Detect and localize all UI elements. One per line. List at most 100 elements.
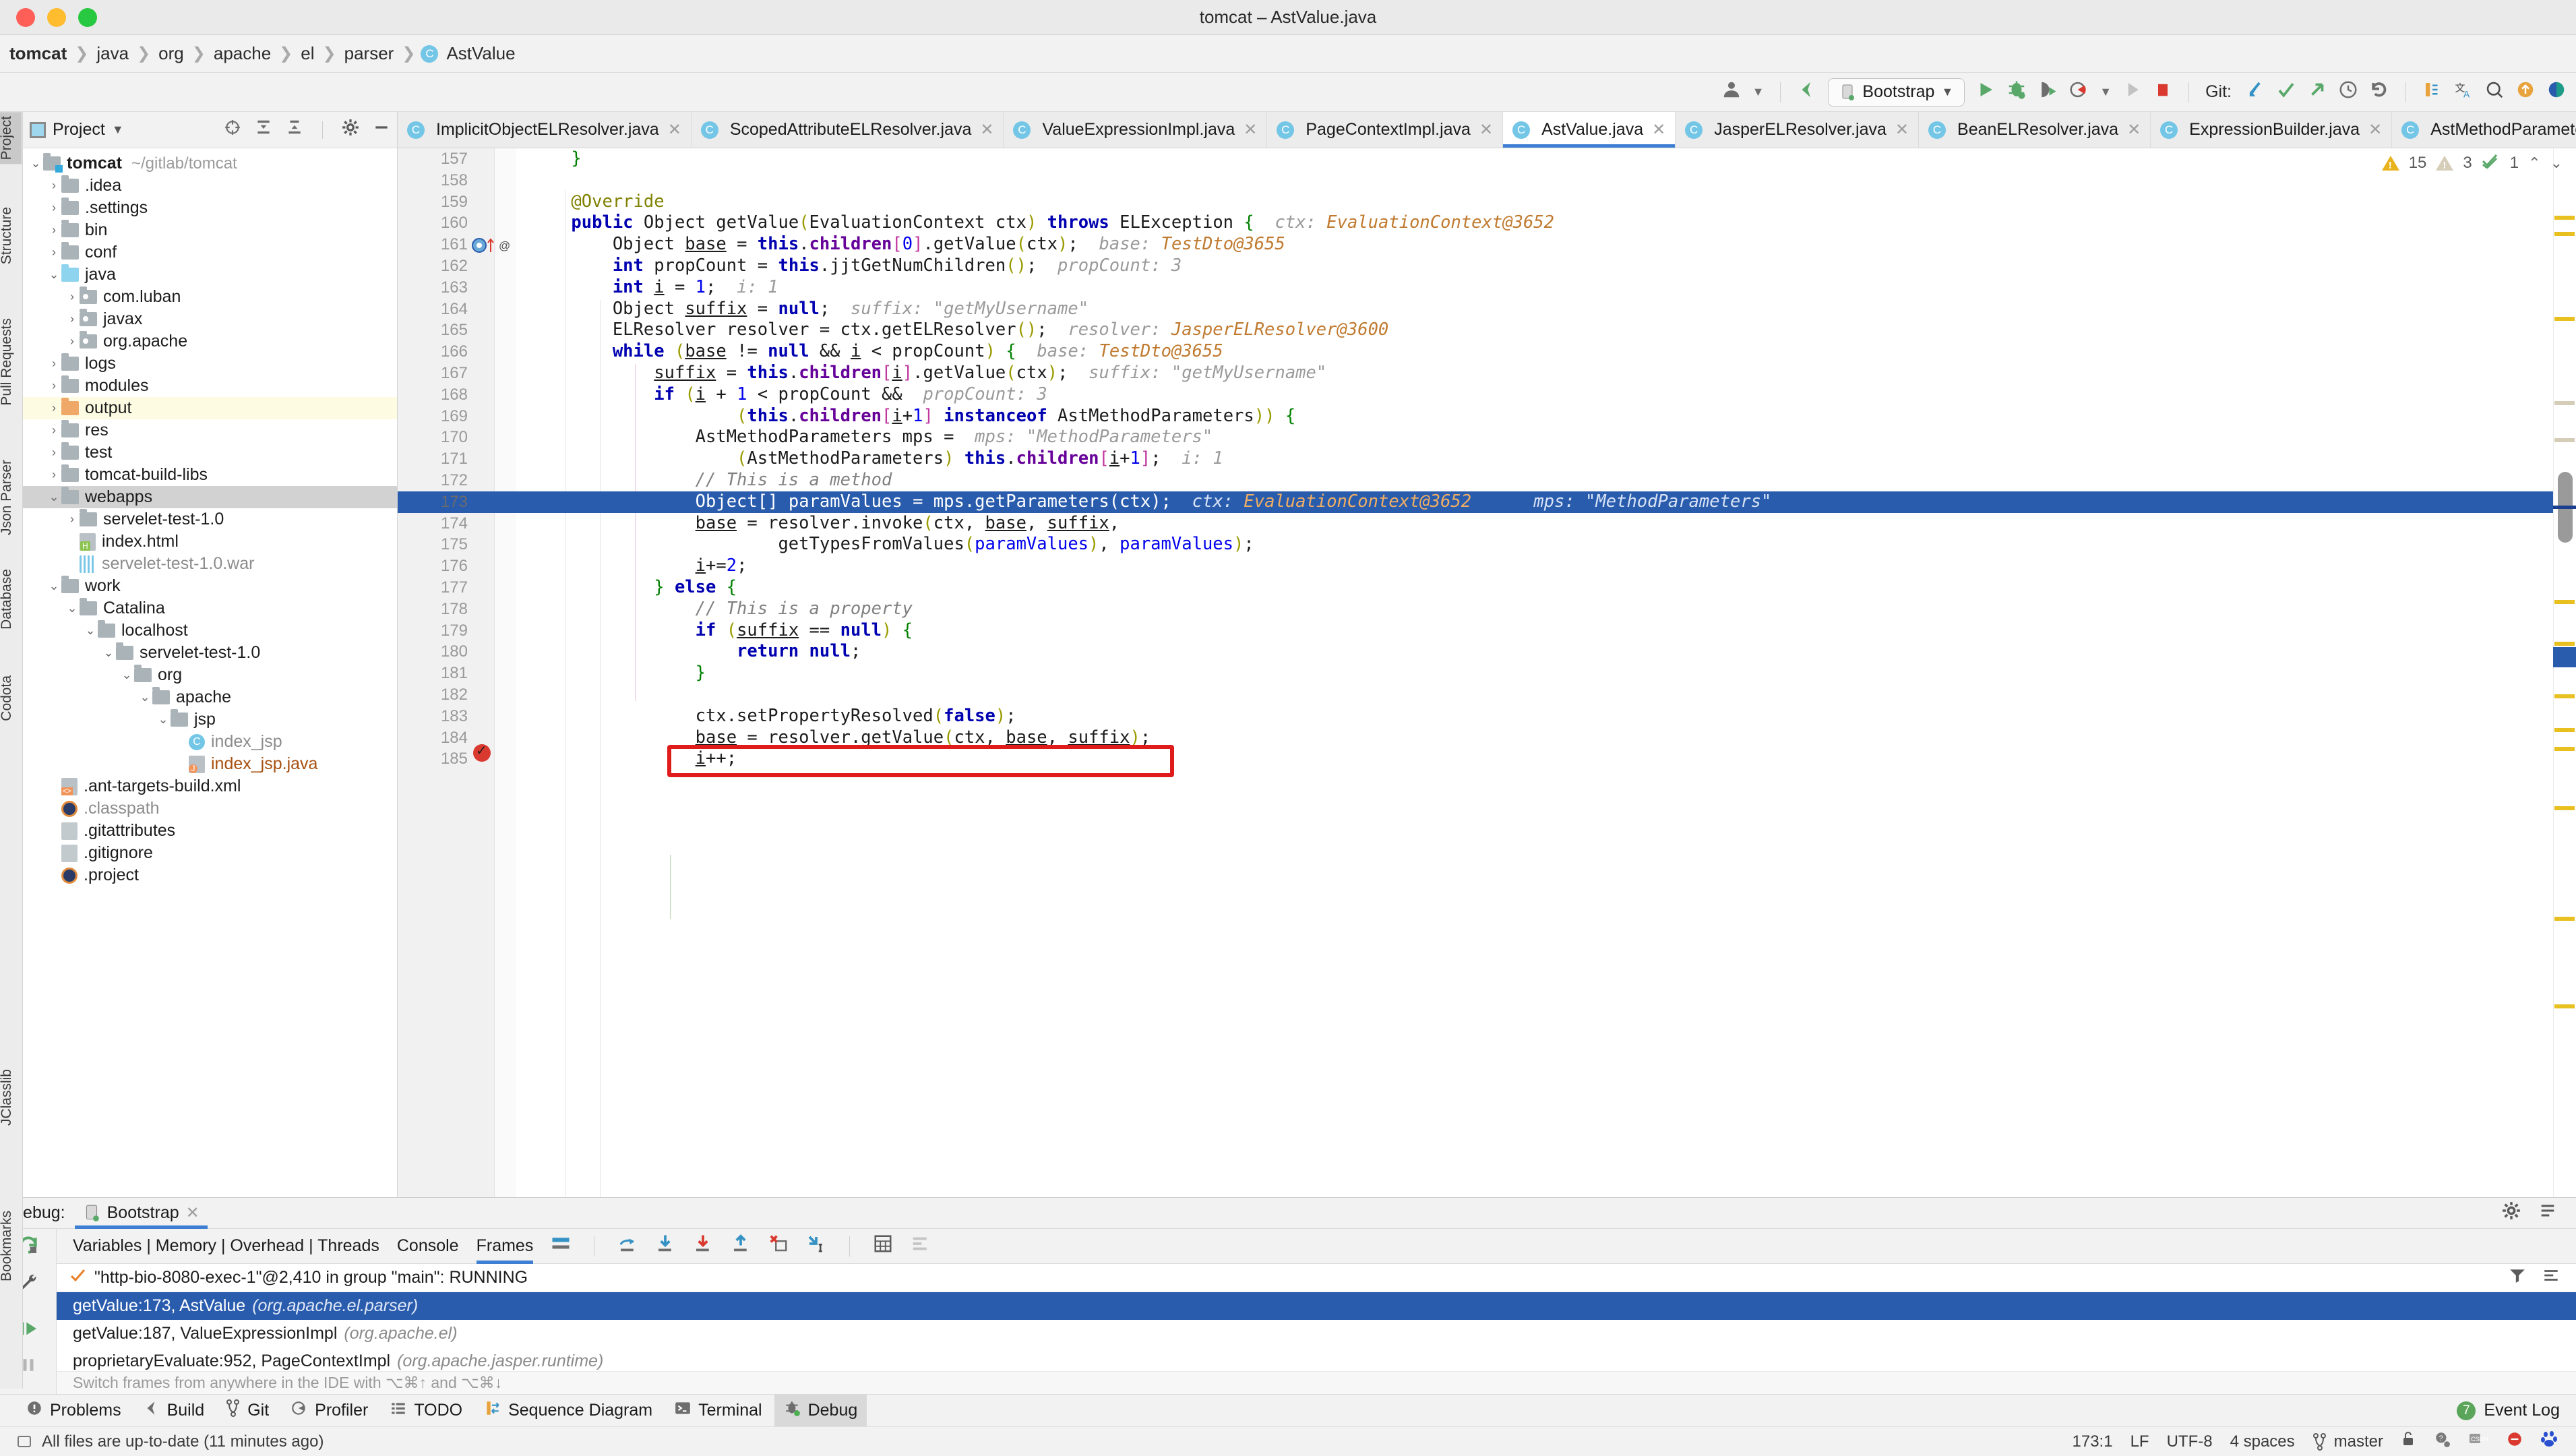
code-line-158[interactable]: 158 xyxy=(398,170,2576,191)
collapse-all-icon[interactable] xyxy=(286,119,303,141)
translate-icon[interactable]: 文A xyxy=(2453,80,2474,104)
breadcrumb-item-0[interactable]: tomcat xyxy=(7,43,69,64)
run-configuration-selector[interactable]: Bootstrap ▼ xyxy=(1828,78,1965,107)
tree-node-javax[interactable]: › javax xyxy=(23,308,397,330)
minimize-icon[interactable] xyxy=(373,119,390,141)
warning-marker[interactable] xyxy=(2554,747,2575,751)
code-line-166[interactable]: 166 while (base != null && i < propCount… xyxy=(398,341,2576,363)
tree-twisty[interactable]: ⌄ xyxy=(137,690,152,704)
tree-node-java[interactable]: ⌄ java xyxy=(23,264,397,286)
sidebar-tab-jclasslib[interactable]: JClasslib xyxy=(0,1065,22,1130)
code-line-161[interactable]: 161 Object base = this.children[0].getVa… xyxy=(398,234,2576,255)
stack-frame-0[interactable]: getValue:173, AstValue (org.apache.el.par… xyxy=(57,1292,2576,1320)
file-encoding[interactable]: UTF-8 xyxy=(2167,1432,2213,1451)
tree-node-catalina[interactable]: ⌄ Catalina xyxy=(23,597,397,619)
tree-twisty[interactable]: › xyxy=(65,512,80,526)
stack-frame-2[interactable]: proprietaryEvaluate:952, PageContextImpl… xyxy=(57,1347,2576,1371)
tab-frames[interactable]: Frames xyxy=(476,1229,533,1264)
code-line-160[interactable]: 160 public Object getValue(EvaluationCon… xyxy=(398,212,2576,234)
tree-twisty[interactable]: ⌄ xyxy=(101,646,116,660)
code-line-180[interactable]: 180 return null; xyxy=(398,641,2576,663)
code-line-169[interactable]: 169 (this.children[i+1] instanceof AstMe… xyxy=(398,406,2576,427)
editor-tab-pagecontextimpl-java[interactable]: C PageContextImpl.java ✕ xyxy=(1267,112,1504,148)
warning-marker[interactable] xyxy=(2554,806,2575,810)
tree-twisty[interactable]: › xyxy=(47,401,61,415)
tree-twisty[interactable]: ⌄ xyxy=(47,490,61,504)
tree-node-servelet-test-1-0[interactable]: ⌄ servelet-test-1.0 xyxy=(23,642,397,664)
tree-twisty[interactable]: › xyxy=(47,223,61,237)
breadcrumb-item-2[interactable]: org xyxy=(156,43,187,64)
warning-marker[interactable] xyxy=(2554,1004,2575,1008)
drop-frame-icon[interactable] xyxy=(768,1234,789,1258)
step-into-icon[interactable] xyxy=(655,1234,675,1258)
tree-twisty[interactable]: ⌄ xyxy=(119,668,134,682)
tree-node-tomcat[interactable]: ⌄ tomcat ~/gitlab/tomcat xyxy=(23,152,397,175)
code-line-177[interactable]: 177 } else { xyxy=(398,577,2576,599)
update-icon[interactable] xyxy=(2515,80,2536,104)
step-out-icon[interactable] xyxy=(731,1234,751,1258)
editor-tab-astvalue-java[interactable]: C AstValue.java ✕ xyxy=(1503,112,1676,148)
warning-marker[interactable] xyxy=(2554,642,2575,646)
filter-icon[interactable] xyxy=(2509,1267,2526,1288)
tree-twisty[interactable]: › xyxy=(65,312,80,326)
bottom-tab-debug[interactable]: Debug xyxy=(774,1394,867,1427)
sidebar-tab-database[interactable]: Database xyxy=(0,565,22,634)
sidebar-tab-project[interactable]: Project xyxy=(0,112,22,164)
editor-tab-astmethodparameters-java[interactable]: CAstMethodParameters.java✕ xyxy=(2392,112,2576,148)
code-line-173[interactable]: 173 Object[] paramValues = mps.getParame… xyxy=(398,491,2576,513)
tree-node-test[interactable]: › test xyxy=(23,442,397,464)
code-line-159[interactable]: 159 @Override xyxy=(398,191,2576,213)
editor-tab-scopedattributeelresolver-java[interactable]: C ScopedAttributeELResolver.java ✕ xyxy=(692,112,1004,148)
editor-tab-beanelresolver-java[interactable]: C BeanELResolver.java ✕ xyxy=(1919,112,2151,148)
tab-console[interactable]: Console xyxy=(397,1229,459,1264)
editor-tab-expressionbuilder-java[interactable]: C ExpressionBuilder.java ✕ xyxy=(2151,112,2393,148)
profile-icon[interactable] xyxy=(2068,80,2089,104)
run-icon[interactable] xyxy=(1975,80,1996,104)
weak-warning-marker[interactable] xyxy=(2554,401,2575,405)
code-line-183[interactable]: 183 ctx.setPropertyResolved(false); xyxy=(398,706,2576,727)
build-icon[interactable] xyxy=(1797,80,1817,104)
tree-node-webapps[interactable]: ⌄ webapps xyxy=(23,486,397,508)
git-push-icon[interactable] xyxy=(2307,80,2327,104)
tree-twisty[interactable]: ⌄ xyxy=(156,712,171,727)
breadcrumb-item-3[interactable]: apache xyxy=(211,43,274,64)
code-line-162[interactable]: 162 int propCount = this.jjtGetNumChildr… xyxy=(398,255,2576,277)
tree-node-conf[interactable]: › conf xyxy=(23,241,397,264)
code-line-176[interactable]: 176 i+=2; xyxy=(398,555,2576,577)
sidebar-tab-bookmarks[interactable]: Bookmarks xyxy=(0,1207,22,1285)
tree-twisty[interactable]: › xyxy=(47,423,61,437)
chevron-down-icon[interactable]: ▼ xyxy=(112,123,124,137)
code-line-167[interactable]: 167 suffix = this.children[i].getValue(c… xyxy=(398,363,2576,384)
tree-twisty[interactable]: › xyxy=(47,179,61,193)
current-line-marker[interactable] xyxy=(2553,647,2576,667)
tree-node--gitattributes[interactable]: .gitattributes xyxy=(23,820,397,842)
sidebar-tab-structure[interactable]: Structure xyxy=(0,203,22,268)
git-commit-icon[interactable] xyxy=(2276,80,2296,104)
debug-icon[interactable] xyxy=(2006,80,2027,104)
hide-icon[interactable] xyxy=(2538,1201,2557,1225)
stack-frame-1[interactable]: getValue:187, ValueExpressionImpl (org.ap… xyxy=(57,1320,2576,1347)
warning-marker[interactable] xyxy=(2554,728,2575,732)
rerun-icon[interactable] xyxy=(2122,80,2143,104)
codota-icon[interactable] xyxy=(2546,80,2567,104)
tab-variables-memory-overhead-threads[interactable]: Variables | Memory | Overhead | Threads xyxy=(73,1229,379,1264)
breadcrumb-item-5[interactable]: parser xyxy=(342,43,397,64)
run-to-cursor-icon[interactable] xyxy=(806,1234,826,1258)
notification-icon[interactable] xyxy=(2506,1430,2523,1453)
indent-setting[interactable]: 4 spaces xyxy=(2230,1432,2295,1451)
tree-node-res[interactable]: › res xyxy=(23,419,397,442)
chevron-down-icon[interactable]: ▼ xyxy=(1752,85,1765,99)
call-stack-frames[interactable]: getValue:173, AstValue (org.apache.el.par… xyxy=(57,1292,2576,1371)
chevron-down-icon[interactable]: ▼ xyxy=(2099,85,2112,99)
tree-node-index-jsp-java[interactable]: index_jsp.java xyxy=(23,753,397,775)
code-line-172[interactable]: 172 // This is a method xyxy=(398,470,2576,491)
breakpoint-verified-icon[interactable] xyxy=(473,742,491,762)
structure-icon[interactable] xyxy=(2422,80,2443,104)
settings-icon[interactable] xyxy=(2542,1267,2560,1288)
expand-all-icon[interactable] xyxy=(255,119,272,141)
git-rollback-icon[interactable] xyxy=(2369,80,2389,104)
tree-node-org[interactable]: ⌄ org xyxy=(23,664,397,686)
tree-node-org-apache[interactable]: › org.apache xyxy=(23,330,397,353)
bottom-tab-build[interactable]: Build xyxy=(133,1395,214,1427)
warning-marker[interactable] xyxy=(2554,216,2575,220)
